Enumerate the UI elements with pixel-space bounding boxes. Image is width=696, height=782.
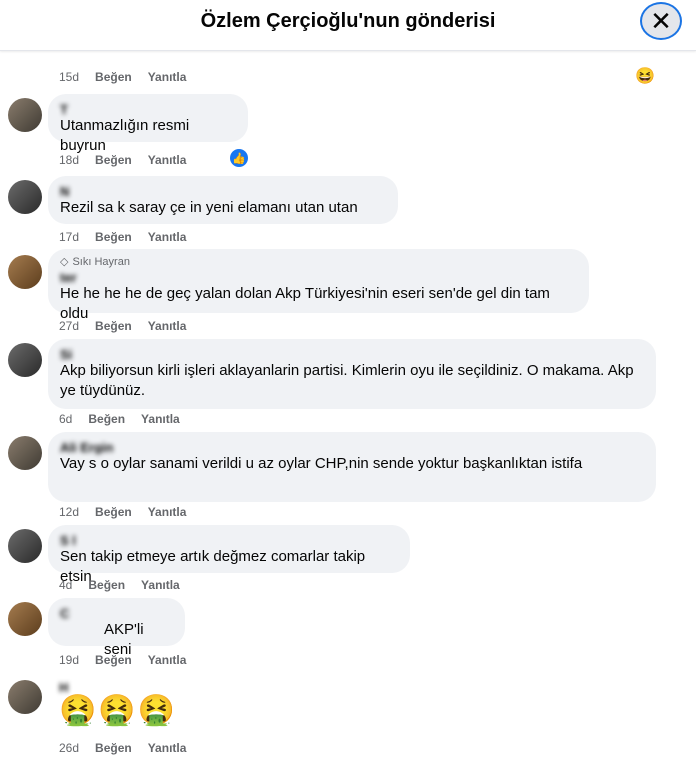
- comment-meta: 15d Beğen Yanıtla: [59, 70, 186, 84]
- comment-time[interactable]: 27d: [59, 319, 79, 333]
- like-button[interactable]: Beğen: [95, 70, 132, 84]
- comment-bubble: T Utanmazlığın resmi buyrun: [48, 94, 248, 154]
- reply-button[interactable]: Yanıtla: [148, 505, 187, 519]
- comment-author[interactable]: H: [59, 680, 177, 694]
- comment-author[interactable]: C: [60, 606, 173, 620]
- comment-time[interactable]: 15d: [59, 70, 79, 84]
- fan-badge: ◇ Sıkı Hayran: [60, 255, 130, 269]
- comment-meta: 6d Beğen Yanıtla: [59, 412, 180, 426]
- comment-time[interactable]: 19d: [59, 653, 79, 667]
- reply-button[interactable]: Yanıtla: [141, 412, 180, 426]
- comment-time[interactable]: 12d: [59, 505, 79, 519]
- reply-button[interactable]: Yanıtla: [148, 741, 187, 755]
- comment-content: H 🤮🤮🤮: [59, 680, 177, 728]
- like-button[interactable]: Beğen: [95, 741, 132, 755]
- comment-time[interactable]: 18d: [59, 153, 79, 167]
- avatar[interactable]: [8, 436, 42, 470]
- post-header: Özlem Çerçioğlu'nun gönderisi ✕: [0, 0, 696, 51]
- comment-author[interactable]: Si: [60, 347, 644, 361]
- comment-text: Akp biliyorsun kirli işleri aklayanlarin…: [60, 362, 634, 399]
- comment-author[interactable]: ter: [60, 270, 577, 284]
- reply-button[interactable]: Yanıtla: [148, 230, 187, 244]
- avatar[interactable]: [8, 255, 42, 289]
- avatar[interactable]: [8, 602, 42, 636]
- comment-author[interactable]: S l: [60, 533, 398, 547]
- comment-text: Vay s o oylar sanami verildi u az oylar …: [60, 455, 583, 472]
- comment-time[interactable]: 26d: [59, 741, 79, 755]
- like-button[interactable]: Beğen: [95, 319, 132, 333]
- close-icon: ✕: [650, 6, 672, 36]
- like-button[interactable]: Beğen: [88, 578, 125, 592]
- like-button[interactable]: Beğen: [95, 153, 132, 167]
- comment-meta: 18d Beğen Yanıtla: [59, 153, 186, 167]
- like-reaction-icon[interactable]: 👍: [230, 149, 248, 167]
- page-title: Özlem Çerçioğlu'nun gönderisi: [200, 10, 496, 32]
- comment-meta: 4d Beğen Yanıtla: [59, 578, 180, 592]
- diamond-icon: ◇: [60, 256, 69, 268]
- comment-text: Rezil sa k saray çe in yeni elamanı utan…: [60, 199, 358, 216]
- comment-bubble: C AKP'li seni: [48, 598, 185, 658]
- like-button[interactable]: Beğen: [95, 230, 132, 244]
- comment-bubble: Si Akp biliyorsun kirli işleri aklayanla…: [48, 339, 656, 409]
- comment-author[interactable]: T: [60, 102, 236, 116]
- reply-button[interactable]: Yanıtla: [141, 578, 180, 592]
- comment-meta: 12d Beğen Yanıtla: [59, 505, 186, 519]
- comment-time[interactable]: 4d: [59, 578, 72, 592]
- like-button[interactable]: Beğen: [88, 412, 125, 426]
- comment-bubble: N Rezil sa k saray çe in yeni elamanı ut…: [48, 176, 398, 224]
- comment-text: Utanmazlığın resmi buyrun: [60, 117, 190, 154]
- comment-author[interactable]: Ali Ergin: [60, 440, 644, 454]
- comment-time[interactable]: 6d: [59, 412, 72, 426]
- comment-author[interactable]: N: [60, 184, 386, 198]
- comment-bubble: Ali Ergin Vay s o oylar sanami verildi u…: [48, 432, 656, 502]
- reply-button[interactable]: Yanıtla: [148, 70, 187, 84]
- reply-button[interactable]: Yanıtla: [148, 153, 187, 167]
- comment-meta: 19d Beğen Yanıtla: [59, 653, 186, 667]
- like-button[interactable]: Beğen: [95, 653, 132, 667]
- reply-button[interactable]: Yanıtla: [148, 319, 187, 333]
- haha-reaction-icon[interactable]: 😆: [635, 67, 655, 85]
- like-button[interactable]: Beğen: [95, 505, 132, 519]
- comment-time[interactable]: 17d: [59, 230, 79, 244]
- comment-meta: 27d Beğen Yanıtla: [59, 319, 186, 333]
- comment-bubble: S l Sen takip etmeye artık değmez comarl…: [48, 525, 410, 585]
- reply-button[interactable]: Yanıtla: [148, 653, 187, 667]
- avatar[interactable]: [8, 98, 42, 132]
- avatar[interactable]: [8, 180, 42, 214]
- avatar[interactable]: [8, 529, 42, 563]
- avatar[interactable]: [8, 343, 42, 377]
- avatar[interactable]: [8, 680, 42, 714]
- comment-bubble: ◇ Sıkı Hayran ter He he he he de geç yala…: [48, 249, 589, 322]
- comment-meta: 26d Beğen Yanıtla: [59, 741, 186, 755]
- comment-text: He he he he de geç yalan dolan Akp Türki…: [60, 285, 550, 322]
- close-button[interactable]: ✕: [640, 2, 682, 40]
- nauseated-face-icon: 🤮🤮🤮: [59, 694, 178, 727]
- comment-meta: 17d Beğen Yanıtla: [59, 230, 186, 244]
